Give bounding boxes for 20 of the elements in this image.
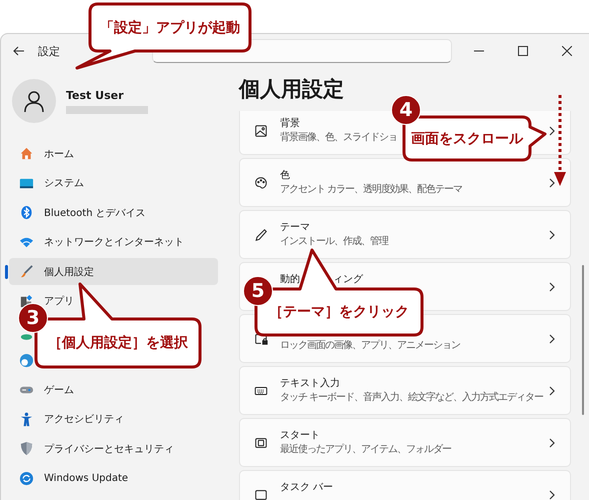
card-subtitle: アクセント カラー、透明度効果、配色テーマ xyxy=(280,184,462,196)
window-title: 設定 xyxy=(38,44,60,58)
card-title: スタート xyxy=(280,430,320,442)
callout-text: 画面をスクロール xyxy=(411,130,523,148)
card-subtitle: 背景画像、色、スライドショ xyxy=(280,132,397,144)
card-title: 背景 xyxy=(280,118,300,130)
card-subtitle: タッチ キーボード、音声入力、絵文字など、入力方式エディター xyxy=(280,392,544,404)
page-title: 個人用設定 xyxy=(239,76,345,102)
card-subtitle: ロック画面の画像、アプリ、アニメーション xyxy=(280,340,460,352)
card-subtitle: 最近使ったアプリ、アイテム、フォルダー xyxy=(280,444,451,456)
card-title: ィング xyxy=(333,274,363,286)
callout-text: 「設定」アプリが起動 xyxy=(100,18,240,36)
card-title: 動的 xyxy=(280,274,300,286)
card-subtitle: インストール、作成、管理 xyxy=(280,236,388,248)
card-title: テキスト入力 xyxy=(280,378,340,390)
user-name: Test User xyxy=(66,88,125,102)
callout-text: ［個人用設定］を選択 xyxy=(48,334,188,352)
card-title: テーマ xyxy=(280,222,310,234)
card-title: 色 xyxy=(280,170,290,182)
card-title: タスク バー xyxy=(280,482,334,494)
